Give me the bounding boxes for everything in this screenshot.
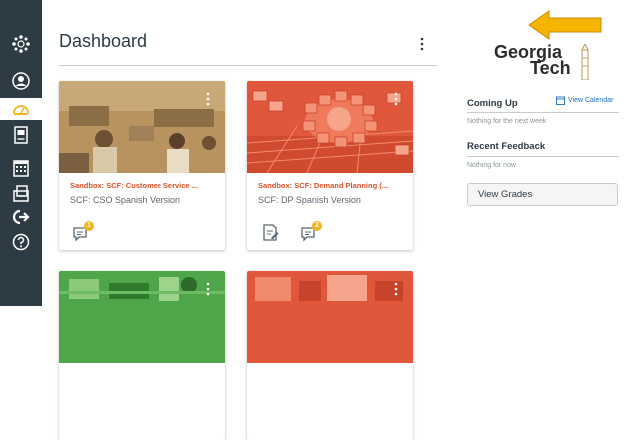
canvas-logo-icon[interactable]	[0, 33, 42, 55]
recent-feedback-empty-text: Nothing for now	[467, 162, 517, 169]
course-title[interactable]: Sandbox: SCF: Demand Planning (...	[258, 181, 408, 190]
annotation-arrow-icon	[528, 10, 602, 40]
recent-feedback-divider	[467, 156, 619, 157]
georgia-tech-logo: Georgia Tech	[494, 40, 604, 82]
calendar-small-icon	[556, 96, 565, 105]
title-divider	[59, 65, 437, 66]
page-title: Dashboard	[59, 31, 148, 51]
coming-up-heading: Coming Up	[467, 98, 518, 109]
course-card-image	[59, 81, 225, 173]
inbox-icon[interactable]	[0, 183, 42, 205]
card-options-icon[interactable]	[393, 281, 399, 297]
card-options-icon[interactable]	[205, 91, 211, 107]
course-card[interactable]: Sandbox: SCF: Customer Service ... SCF: …	[59, 81, 225, 250]
global-navigation	[0, 0, 42, 306]
unread-badge: 1	[84, 221, 94, 231]
course-title[interactable]: Sandbox: SCF: Customer Service ...	[70, 181, 220, 190]
calendar-icon[interactable]	[0, 157, 42, 179]
card-options-icon[interactable]	[205, 281, 211, 297]
view-calendar-link[interactable]: View Calendar	[556, 96, 613, 105]
course-card-image	[247, 271, 413, 363]
view-grades-button[interactable]: View Grades	[467, 183, 618, 206]
course-card[interactable]	[247, 271, 413, 440]
coming-up-empty-text: Nothing for the next week	[467, 118, 547, 125]
discussions-icon[interactable]: 1	[71, 221, 94, 243]
assignments-icon[interactable]	[259, 221, 281, 243]
tech-tower-icon	[581, 44, 589, 80]
course-subtitle: SCF: CSO Spanish Version	[70, 195, 181, 205]
card-options-icon[interactable]	[393, 91, 399, 107]
course-subtitle: SCF: DP Spanish Version	[258, 195, 361, 205]
coming-up-divider	[467, 112, 619, 113]
recent-feedback-heading: Recent Feedback	[467, 141, 546, 152]
dashboard-options-icon[interactable]	[417, 36, 427, 52]
dashboard-main: Dashboard Sandbox: SCF: Customer Service…	[42, 0, 455, 440]
account-icon[interactable]	[0, 70, 42, 92]
help-icon[interactable]	[0, 231, 42, 253]
courses-icon[interactable]	[0, 124, 42, 146]
course-card[interactable]	[59, 271, 225, 440]
dashboard-icon[interactable]	[0, 98, 42, 120]
unread-badge: 2	[312, 221, 322, 231]
discussions-icon[interactable]: 2	[299, 221, 322, 243]
course-card-image	[247, 81, 413, 173]
commons-icon[interactable]	[0, 206, 42, 228]
course-card[interactable]: Sandbox: SCF: Demand Planning (... SCF: …	[247, 81, 413, 250]
course-card-image	[59, 271, 225, 363]
